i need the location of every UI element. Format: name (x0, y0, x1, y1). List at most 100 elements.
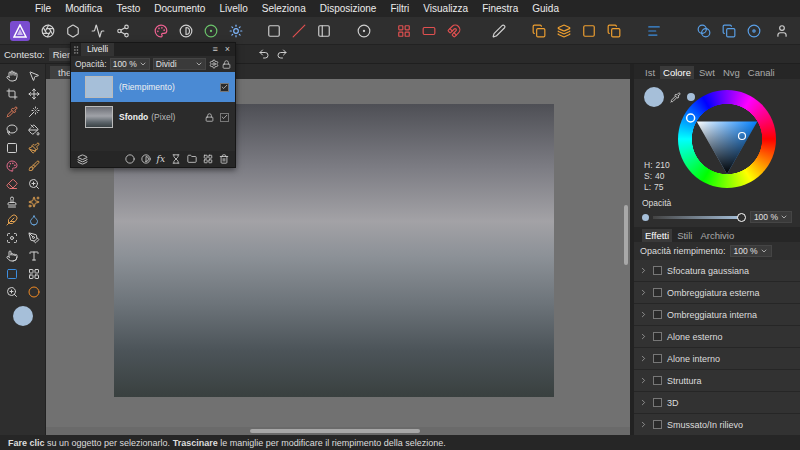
scroll-thumb[interactable] (250, 429, 420, 433)
panel-control[interactable]: ≡ (212, 43, 217, 56)
fill-opacity-value[interactable]: 100 % (730, 245, 772, 257)
zoom-tool[interactable] (3, 284, 21, 300)
folder-icon[interactable] (187, 154, 197, 164)
expand-icon[interactable] (639, 398, 648, 407)
select-all-button[interactable] (264, 21, 284, 41)
export-persona-button[interactable] (113, 21, 133, 41)
mask-icon[interactable] (125, 154, 135, 164)
sparkles-tool[interactable] (25, 194, 43, 210)
panel-control[interactable]: × (225, 43, 230, 56)
primary-color-swatch[interactable] (644, 87, 664, 107)
adjustment-icon[interactable] (141, 154, 151, 164)
expand-icon[interactable] (639, 420, 648, 429)
layer-visibility-checkbox[interactable] (220, 113, 229, 122)
add-pixel-layer-icon[interactable] (203, 154, 213, 164)
align-button[interactable] (644, 21, 664, 41)
grip-icon[interactable] (71, 45, 81, 55)
color-circle-tool[interactable] (25, 284, 43, 300)
arrange-forward-button[interactable] (579, 21, 599, 41)
snapping-button[interactable] (444, 21, 464, 41)
menu-item[interactable]: Guida (532, 0, 559, 17)
hand-tool[interactable] (3, 68, 21, 84)
palette-tool[interactable] (3, 158, 21, 174)
layers-panel-header[interactable]: Livelli≡× (71, 43, 235, 56)
shape-tool[interactable] (3, 266, 21, 282)
effect-checkbox[interactable] (653, 398, 662, 407)
effect-checkbox[interactable] (653, 310, 662, 319)
arrange-front-button[interactable] (604, 21, 624, 41)
blend-mode-select[interactable]: Dividi (153, 58, 206, 70)
horizontal-scrollbar[interactable] (46, 427, 630, 435)
fill-color-swatch[interactable] (13, 306, 33, 326)
pen-tool-tool[interactable] (25, 230, 43, 246)
menu-item[interactable]: Documento (154, 0, 205, 17)
menu-item[interactable]: Filtri (390, 0, 409, 17)
expand-icon[interactable] (639, 310, 648, 319)
effect-row[interactable]: Struttura (634, 370, 800, 392)
auto-levels-button[interactable] (151, 21, 171, 41)
expand-icon[interactable] (639, 376, 648, 385)
mesh-tool[interactable] (25, 266, 43, 282)
layer-visibility-checkbox[interactable] (220, 83, 229, 92)
effect-checkbox[interactable] (653, 420, 662, 429)
effect-row[interactable]: Alone esterno (634, 326, 800, 348)
assistant-button[interactable] (489, 21, 509, 41)
menu-item[interactable]: File (35, 0, 51, 17)
dodge-tool[interactable] (3, 212, 21, 228)
secondary-color-dot[interactable] (687, 93, 695, 101)
fx-button[interactable]: fx (157, 154, 165, 164)
studio-tab[interactable]: Canali (745, 66, 778, 79)
snapping-area-button[interactable] (419, 21, 439, 41)
liquify-persona-button[interactable] (63, 21, 83, 41)
effect-row[interactable]: Sfocatura gaussiana (634, 260, 800, 282)
opacity-value[interactable]: 100 % (750, 211, 792, 223)
text-tool[interactable] (25, 248, 43, 264)
droplet-tool[interactable] (25, 212, 43, 228)
node-pointer-tool[interactable] (3, 248, 21, 264)
effect-row[interactable]: Alone interno (634, 348, 800, 370)
expand-icon[interactable] (639, 266, 648, 275)
effect-checkbox[interactable] (653, 354, 662, 363)
scroll-thumb[interactable] (624, 205, 628, 265)
auto-colors-button[interactable] (201, 21, 221, 41)
eraser-tool[interactable] (3, 176, 21, 192)
effect-row[interactable]: Ombreggiatura esterna (634, 282, 800, 304)
lock-icon[interactable] (205, 113, 214, 122)
lock-icon[interactable] (222, 60, 231, 69)
menu-item[interactable]: Seleziona (262, 0, 306, 17)
effect-checkbox[interactable] (653, 332, 662, 341)
gear-icon[interactable] (209, 59, 219, 69)
effects-tab[interactable]: Stili (674, 229, 695, 242)
menu-item[interactable]: Livello (219, 0, 247, 17)
photo-persona-button[interactable] (38, 21, 58, 41)
studio-tab[interactable]: Swt (696, 66, 718, 79)
layer-opacity-field[interactable]: 100 % (110, 58, 150, 70)
account-button[interactable] (772, 21, 792, 41)
boolean-intersect-button[interactable] (744, 21, 764, 41)
auto-contrast-button[interactable] (176, 21, 196, 41)
menu-item[interactable]: Disposizione (320, 0, 377, 17)
boolean-add-button[interactable] (694, 21, 714, 41)
layers-icon[interactable] (77, 154, 88, 165)
move-pointer-tool[interactable] (25, 68, 43, 84)
auto-white-balance-button[interactable] (226, 21, 246, 41)
move-tool[interactable] (25, 86, 43, 102)
studio-tab[interactable]: Nvg (720, 66, 743, 79)
lasso-tool[interactable] (3, 122, 21, 138)
color-wheel[interactable] (678, 90, 776, 188)
studio-tab[interactable]: Ist (642, 66, 658, 79)
paint-bucket-tool[interactable] (25, 122, 43, 138)
zoom-small-tool[interactable] (25, 176, 43, 192)
invert-selection-button[interactable] (314, 21, 334, 41)
marquee-tool[interactable] (3, 140, 21, 156)
live-filter-icon[interactable] (171, 154, 181, 164)
slider-knob[interactable] (737, 213, 746, 222)
quick-mask-button[interactable] (354, 21, 374, 41)
menu-item[interactable]: Testo (116, 0, 140, 17)
undo-icon[interactable] (258, 48, 270, 60)
studio-tab[interactable]: Colore (660, 66, 694, 79)
effect-row[interactable]: Ombreggiatura interna (634, 304, 800, 326)
expand-icon[interactable] (639, 288, 648, 297)
opacity-slider[interactable] (653, 212, 746, 222)
layer-row[interactable]: (Riempimento) (71, 72, 235, 102)
